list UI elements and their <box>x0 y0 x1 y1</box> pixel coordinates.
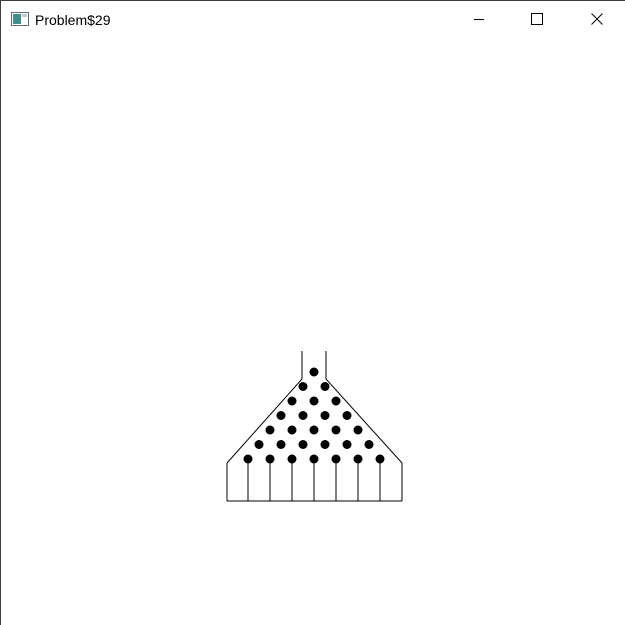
peg <box>320 382 330 391</box>
peg <box>254 440 264 449</box>
drawing-area <box>1 38 625 625</box>
window-title: Problem$29 <box>35 12 111 28</box>
peg <box>265 425 275 435</box>
close-button[interactable] <box>574 1 620 37</box>
peg <box>309 396 319 406</box>
title-bar[interactable]: Problem$29 <box>1 1 625 38</box>
maximize-button[interactable] <box>514 1 560 37</box>
peg <box>331 396 341 406</box>
peg <box>287 396 297 406</box>
funnel-left-wall <box>226 378 303 464</box>
peg <box>287 425 297 435</box>
peg <box>276 440 286 449</box>
minimize-button[interactable] <box>456 1 502 37</box>
maximize-icon <box>531 13 543 25</box>
peg <box>353 425 363 435</box>
close-icon <box>591 13 603 25</box>
peg <box>342 440 352 449</box>
app-window-icon <box>11 12 29 26</box>
peg <box>320 411 330 420</box>
app-window: Problem$29 <box>0 0 625 625</box>
peg <box>364 440 374 449</box>
peg <box>298 411 308 420</box>
bean-machine <box>226 351 403 502</box>
funnel-right-wall <box>325 378 403 464</box>
peg <box>298 382 308 391</box>
peg <box>298 440 308 449</box>
peg <box>342 411 352 420</box>
peg <box>331 425 341 435</box>
minimize-icon <box>474 19 484 20</box>
peg <box>309 367 319 377</box>
peg <box>276 411 286 420</box>
peg <box>320 440 330 449</box>
peg <box>309 425 319 435</box>
